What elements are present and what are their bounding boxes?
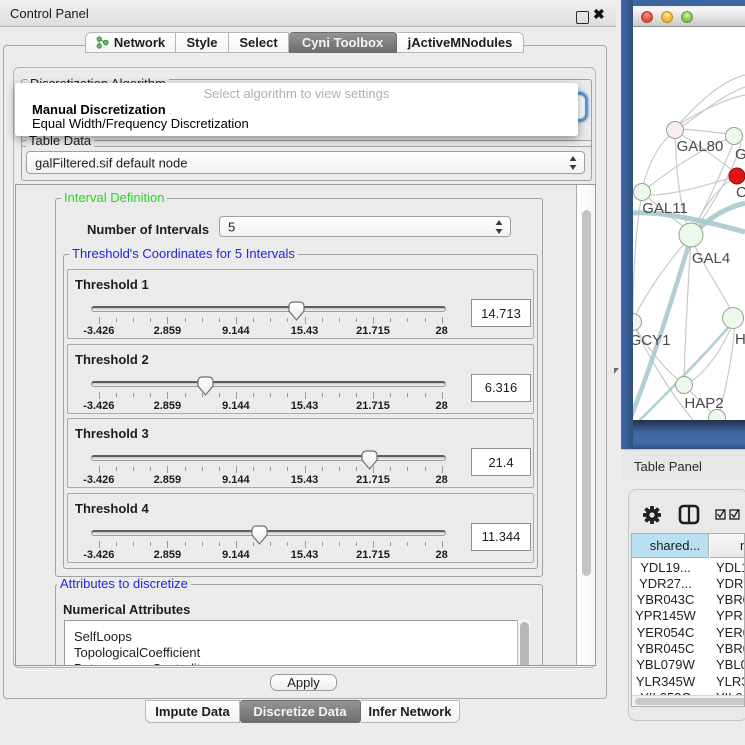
svg-text:GA: GA — [735, 146, 745, 163]
svg-text:GAL4: GAL4 — [692, 250, 730, 267]
svg-text:GCY1: GCY1 — [633, 332, 670, 349]
svg-text:C: C — [736, 184, 745, 201]
svg-text:GAL11: GAL11 — [642, 200, 688, 217]
svg-text:H: H — [735, 331, 745, 348]
svg-text:GAL80: GAL80 — [677, 138, 724, 155]
svg-text:HAP2: HAP2 — [684, 395, 723, 412]
